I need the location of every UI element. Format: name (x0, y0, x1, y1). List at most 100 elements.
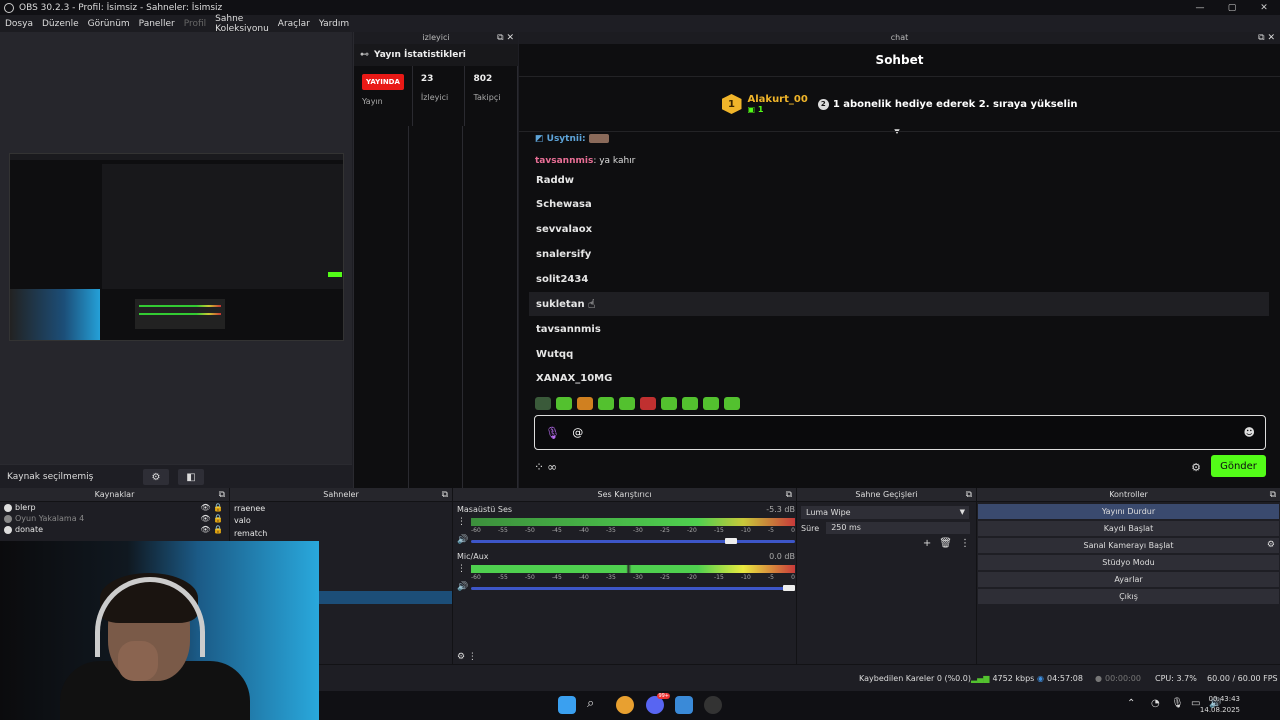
no-source-label: Kaynak seçilmemiş (7, 471, 94, 482)
mention-suggestion[interactable]: Schewasa (529, 192, 1269, 216)
emote-icon[interactable] (535, 397, 551, 410)
source-filters-icon[interactable]: ◧ (178, 469, 204, 485)
settings-button[interactable]: Ayarlar (978, 572, 1279, 587)
emote-icon[interactable] (556, 397, 572, 410)
emote-icon[interactable] (577, 397, 593, 410)
source-item[interactable]: blerp 👁 🔒 (0, 502, 229, 513)
app-icon[interactable] (675, 696, 693, 714)
chrome-icon[interactable] (616, 696, 634, 714)
start-recording-button[interactable]: Kaydı Başlat (978, 521, 1279, 536)
add-icon[interactable]: + (923, 538, 931, 549)
infinity-icon[interactable]: ∞ (547, 460, 557, 474)
menu-yardim[interactable]: Yardım (319, 19, 349, 29)
duration-input[interactable]: 250 ms (826, 522, 971, 534)
stats-header: ⊷ Yayın İstatistikleri (354, 44, 518, 66)
transition-select[interactable]: Luma Wipe ▼ (801, 506, 969, 519)
emote-icon[interactable] (640, 397, 656, 410)
mention-suggestion[interactable]: Raddw (529, 168, 1269, 192)
source-item[interactable]: donate 👁 🔒 (0, 524, 229, 535)
channel-menu-icon[interactable]: ⋮ (457, 517, 466, 527)
minimize-button[interactable]: — (1184, 0, 1216, 15)
dock-float-icon[interactable]: ⧉ (1270, 488, 1276, 502)
visibility-lock-icons[interactable]: 👁 🔒 (200, 514, 223, 523)
dock-float-icon[interactable]: ⧉ (219, 488, 225, 502)
chat-username[interactable]: tavsannmis (535, 156, 593, 166)
emote-icon[interactable] (661, 397, 677, 410)
emote-icon[interactable] (682, 397, 698, 410)
menu-paneller[interactable]: Paneller (139, 19, 175, 29)
emote-icon[interactable] (703, 397, 719, 410)
menu-duzenle[interactable]: Düzenle (42, 19, 79, 29)
maximize-button[interactable]: ▢ (1216, 0, 1248, 15)
discord-icon[interactable]: 99+ (646, 693, 670, 714)
scene-item[interactable]: rraenee (230, 502, 452, 515)
mention-suggestion[interactable]: tavsannmis (529, 317, 1269, 341)
close-button[interactable]: ✕ (1248, 0, 1280, 15)
trash-icon[interactable]: 🗑 (939, 538, 952, 549)
menu-araclar[interactable]: Araçlar (278, 19, 310, 29)
scene-item[interactable]: valo (230, 515, 452, 528)
scene-item[interactable]: rematch (230, 527, 452, 540)
speaker-icon[interactable]: 🔊 (457, 582, 468, 592)
meter-tick-label: 0 (791, 574, 795, 581)
source-item[interactable]: Oyun Yakalama 4 👁 🔒 (0, 513, 229, 524)
start-windows-icon[interactable] (558, 696, 576, 714)
menu-dosya[interactable]: Dosya (5, 19, 33, 29)
tray-app-icon[interactable]: ◔ (1151, 698, 1160, 709)
clock[interactable]: 00:43:43 14.08.2025 (1200, 694, 1240, 716)
chat-input[interactable] (572, 426, 1213, 439)
dock-float-icon[interactable]: ⧉ (442, 488, 448, 502)
meter-tick-label: -5 (768, 574, 774, 581)
virtual-camera-gear-icon[interactable]: ⚙ (1267, 538, 1275, 553)
dots-icon[interactable]: ⁘ (534, 460, 544, 474)
emote-icon[interactable] (598, 397, 614, 410)
mention-suggestion[interactable]: sukletan (529, 292, 1269, 316)
microphone-icon[interactable]: 🎙 (545, 426, 560, 440)
volume-knob[interactable] (724, 538, 737, 544)
menu-sahne-koleksiyonu[interactable]: Sahne Koleksiyonu (215, 14, 269, 34)
level-meter (471, 565, 795, 573)
menu-gorunum[interactable]: Görünüm (88, 19, 130, 29)
mention-suggestion[interactable]: snalersify (529, 242, 1269, 266)
search-icon[interactable]: ⌕ (587, 696, 605, 714)
dock-float-close-icon[interactable]: ⧉ ✕ (497, 32, 514, 44)
speaker-icon[interactable]: 🔊 (457, 535, 468, 545)
mention-suggestion[interactable]: sevvalaox (529, 217, 1269, 241)
start-virtual-camera-button[interactable]: Sanal Kamerayı Başlat ⚙ (978, 538, 1279, 553)
stop-streaming-button[interactable]: Yayını Durdur (978, 504, 1279, 519)
tray-chevron-up-icon[interactable]: ⌃ (1127, 698, 1135, 709)
chat-settings-gear-icon[interactable]: ⚙ (1191, 461, 1201, 474)
viewer-count: 23 (420, 74, 434, 84)
mention-suggestion[interactable]: Wutqq (529, 342, 1269, 366)
send-button[interactable]: Gönder (1211, 455, 1266, 477)
obs-taskbar-icon[interactable] (704, 696, 722, 714)
emoji-picker-icon[interactable]: ☻ (1244, 426, 1255, 439)
volume-slider[interactable] (471, 538, 795, 544)
visibility-lock-icons[interactable]: 👁 🔒 (200, 525, 223, 534)
volume-knob[interactable] (783, 585, 795, 591)
mention-suggestion[interactable]: solit2434 (529, 267, 1269, 291)
emote-bar (535, 397, 740, 410)
dock-float-icon[interactable]: ⧉ (786, 488, 792, 502)
dock-float-close-icon[interactable]: ⧉ ✕ (1258, 32, 1275, 44)
menu-profil[interactable]: Profil (184, 19, 206, 29)
chat-input-box[interactable]: 🎙 ☻ (534, 415, 1266, 450)
visibility-lock-icons[interactable]: 👁 🔒 (200, 503, 223, 512)
channel-menu-icon[interactable]: ⋮ (457, 564, 466, 574)
more-icon[interactable]: ⋮ (960, 538, 970, 549)
menu-bar: Dosya Düzenle Görünüm Paneller Profil Sa… (0, 14, 350, 34)
virtual-camera-label: Sanal Kamerayı Başlat (1083, 541, 1174, 550)
emote-icon[interactable] (619, 397, 635, 410)
tray-mic-icon[interactable]: 🎙 (1171, 698, 1184, 709)
studio-mode-button[interactable]: Stüdyo Modu (978, 555, 1279, 570)
emote-icon[interactable] (724, 397, 740, 410)
bitrate-icon: ▂▄▆ (971, 674, 990, 683)
dock-float-icon[interactable]: ⧉ (966, 488, 972, 502)
source-properties-gear-icon[interactable]: ⚙ (143, 469, 169, 485)
mention-suggestion[interactable]: XANAX_10MG (529, 366, 1269, 390)
exit-button[interactable]: Çıkış (978, 589, 1279, 604)
gifter-name[interactable]: Alakurt_00 (748, 94, 808, 105)
volume-slider[interactable] (471, 585, 795, 591)
meter-tick-label: -60 (471, 527, 481, 534)
mixer-settings-icon[interactable]: ⚙ ⋮ (457, 652, 477, 662)
